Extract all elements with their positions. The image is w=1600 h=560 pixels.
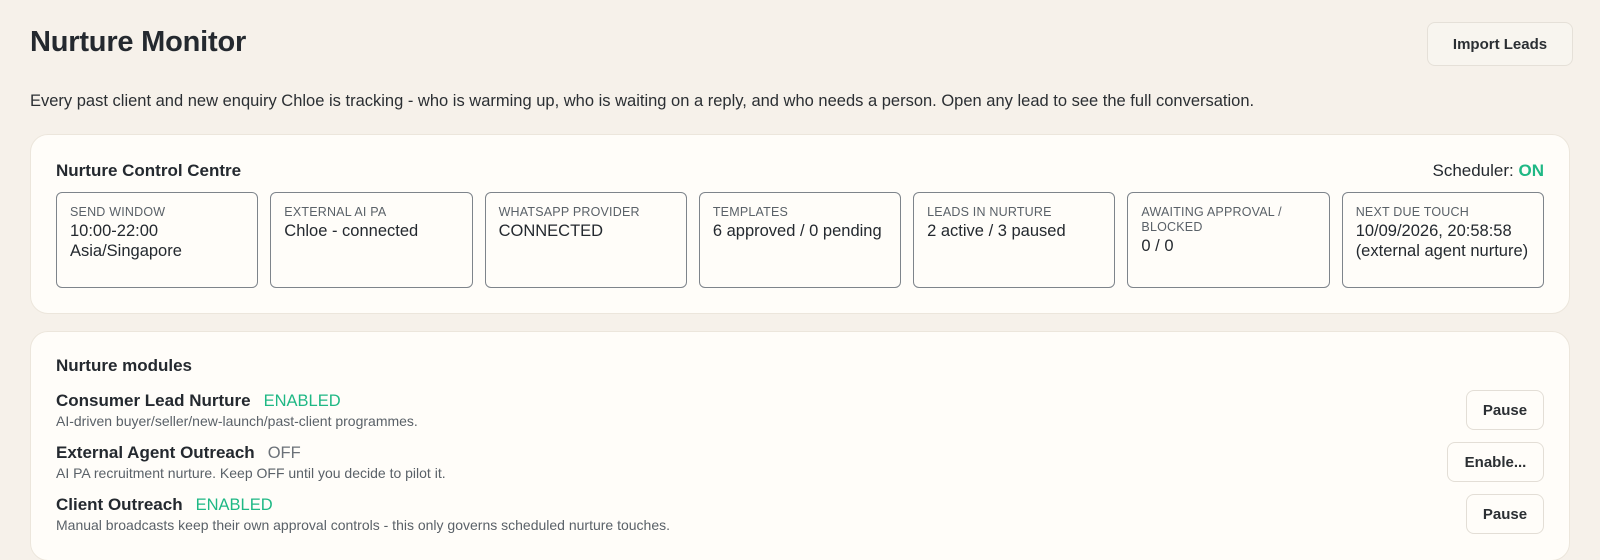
- stat-label: NEXT DUE TOUCH: [1355, 205, 1469, 219]
- enable-external-agent-outreach-button[interactable]: Enable...: [1447, 442, 1544, 482]
- stat-label: EXTERNAL AI PA: [284, 205, 387, 219]
- stat-leads-in-nurture: LEADS IN NURTURE 2 active / 3 paused: [913, 192, 1116, 288]
- control-centre-title: Nurture Control Centre: [56, 161, 242, 180]
- module-info: Client Outreach ENABLED Manual broadcast…: [56, 495, 670, 533]
- nurture-monitor-page: Nurture Monitor Import Leads Every past …: [0, 0, 1600, 560]
- page-description: Every past client and new enquiry Chloe …: [30, 92, 1255, 110]
- module-info: Consumer Lead Nurture ENABLED AI-driven …: [56, 391, 418, 429]
- page-title: Nurture Monitor: [30, 26, 247, 58]
- pause-consumer-lead-nurture-button[interactable]: Pause: [1466, 390, 1544, 430]
- control-centre-header: Nurture Control Centre Scheduler: ON: [56, 161, 1544, 181]
- stat-label: WHATSAPP PROVIDER: [498, 205, 640, 219]
- scheduler-label: Scheduler:: [1432, 161, 1514, 180]
- module-description: AI-driven buyer/seller/new-launch/past-c…: [56, 413, 418, 429]
- stat-value: 10:00-22:00 Asia/Singapore: [70, 222, 182, 260]
- module-status-badge: ENABLED: [195, 496, 273, 514]
- modules-list: Consumer Lead Nurture ENABLED AI-driven …: [56, 390, 1544, 534]
- stat-value: 0 / 0: [1141, 237, 1174, 255]
- stat-label: SEND WINDOW: [70, 205, 166, 219]
- module-name-row: External Agent Outreach OFF: [56, 443, 446, 463]
- module-status-badge: OFF: [267, 444, 301, 462]
- stat-send-window: SEND WINDOW 10:00-22:00 Asia/Singapore: [56, 192, 259, 288]
- stat-value: Chloe - connected: [284, 222, 419, 240]
- module-info: External Agent Outreach OFF AI PA recrui…: [56, 443, 446, 481]
- stats-row: SEND WINDOW 10:00-22:00 Asia/Singapore E…: [56, 192, 1544, 288]
- module-client-outreach: Client Outreach ENABLED Manual broadcast…: [56, 494, 1544, 534]
- scheduler-status: Scheduler: ON: [1432, 161, 1544, 181]
- stat-value: 2 active / 3 paused: [927, 222, 1066, 240]
- modules-title: Nurture modules: [56, 356, 193, 375]
- stat-awaiting-approval: AWAITING APPROVAL / BLOCKED 0 / 0: [1127, 192, 1330, 288]
- module-description: AI PA recruitment nurture. Keep OFF unti…: [56, 465, 446, 481]
- module-name: Client Outreach: [56, 495, 183, 514]
- module-consumer-lead-nurture: Consumer Lead Nurture ENABLED AI-driven …: [56, 390, 1544, 430]
- nurture-modules-card: Nurture modules Consumer Lead Nurture EN…: [30, 331, 1570, 560]
- stat-value: 10/09/2026, 20:58:58 (external agent nur…: [1355, 222, 1529, 260]
- module-description: Manual broadcasts keep their own approva…: [56, 517, 671, 533]
- stat-label: LEADS IN NURTURE: [927, 205, 1052, 219]
- module-external-agent-outreach: External Agent Outreach OFF AI PA recrui…: [56, 442, 1544, 482]
- page-header: Nurture Monitor Import Leads: [30, 0, 1573, 66]
- import-leads-button[interactable]: Import Leads: [1427, 22, 1573, 66]
- stat-external-ai-pa: EXTERNAL AI PA Chloe - connected: [270, 192, 473, 288]
- stat-whatsapp-provider: WHATSAPP PROVIDER CONNECTED: [484, 192, 687, 288]
- stat-templates: TEMPLATES 6 approved / 0 pending: [698, 192, 902, 288]
- scheduler-value: ON: [1518, 161, 1545, 180]
- stat-label: TEMPLATES: [712, 205, 789, 219]
- pause-client-outreach-button[interactable]: Pause: [1466, 494, 1544, 534]
- stat-label: AWAITING APPROVAL / BLOCKED: [1141, 205, 1282, 234]
- module-name: Consumer Lead Nurture: [56, 391, 251, 410]
- module-status-badge: ENABLED: [263, 392, 341, 410]
- stat-next-due-touch: NEXT DUE TOUCH 10/09/2026, 20:58:58 (ext…: [1341, 192, 1544, 288]
- nurture-control-centre-card: Nurture Control Centre Scheduler: ON SEN…: [30, 134, 1570, 314]
- module-name: External Agent Outreach: [56, 443, 255, 462]
- stat-value: 6 approved / 0 pending: [712, 222, 882, 240]
- module-name-row: Consumer Lead Nurture ENABLED: [56, 391, 418, 411]
- stat-value: CONNECTED: [498, 222, 604, 240]
- module-name-row: Client Outreach ENABLED: [56, 495, 670, 515]
